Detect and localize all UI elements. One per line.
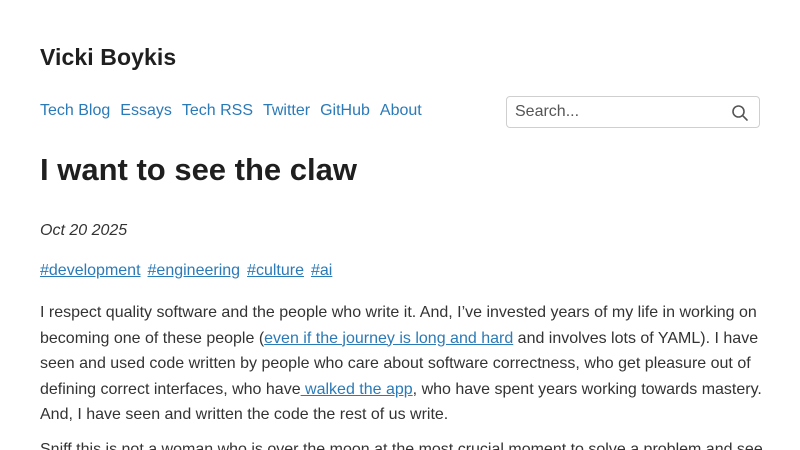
search-input[interactable]: [507, 98, 717, 126]
tag-engineering[interactable]: #engineering: [148, 262, 241, 280]
post-paragraph-1: I respect quality software and the peopl…: [40, 300, 765, 428]
post-tags: #development #engineering #culture #ai: [40, 262, 332, 280]
search-box: [506, 96, 760, 128]
nav-link-github[interactable]: GitHub: [320, 102, 370, 120]
nav-link-tech-rss[interactable]: Tech RSS: [182, 102, 253, 120]
post-paragraph-2: Sniff this is not a woman who is over th…: [40, 441, 763, 450]
nav-link-essays[interactable]: Essays: [120, 102, 172, 120]
post-date: Oct 20 2025: [40, 222, 128, 239]
nav-link-tech-blog[interactable]: Tech Blog: [40, 102, 110, 120]
search-icon[interactable]: [731, 104, 749, 122]
link-walked-the-app[interactable]: walked the app: [301, 381, 413, 398]
tag-development[interactable]: #development: [40, 262, 141, 280]
post-title: I want to see the claw: [40, 152, 357, 187]
main-nav: Tech Blog Essays Tech RSS Twitter GitHub…: [40, 102, 422, 120]
nav-link-about[interactable]: About: [380, 102, 422, 120]
tag-ai[interactable]: #ai: [311, 262, 332, 280]
site-title-text: Vicki Boykis: [40, 44, 177, 70]
nav-link-twitter[interactable]: Twitter: [263, 102, 310, 120]
site-title[interactable]: Vicki Boykis: [40, 44, 176, 71]
tag-culture[interactable]: #culture: [247, 262, 304, 280]
link-journey-long-and-hard[interactable]: even if the journey is long and hard: [264, 330, 513, 347]
